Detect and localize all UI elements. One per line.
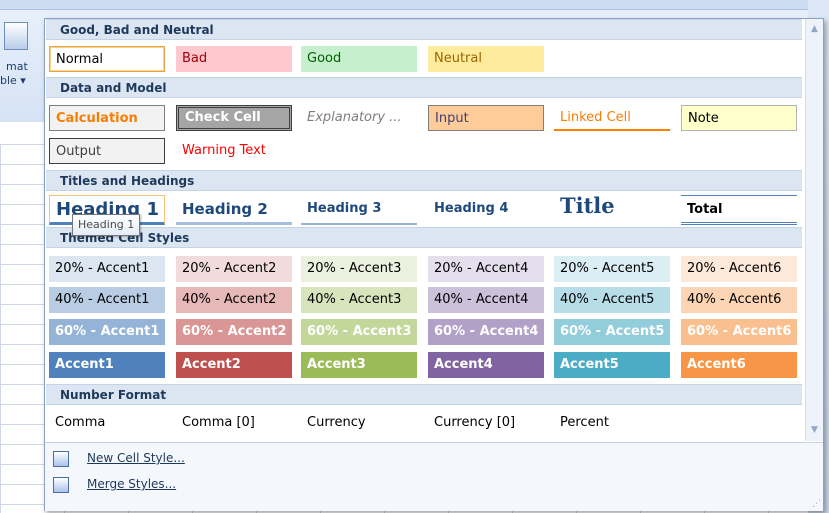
style-40-accent2[interactable]: 40% - Accent2	[176, 287, 292, 313]
style-40-accent5[interactable]: 40% - Accent5	[554, 287, 670, 313]
gallery-scrollbar[interactable]: ▲ ▼	[805, 19, 823, 441]
style-percent[interactable]: Percent	[554, 410, 670, 436]
style-40-accent1[interactable]: 40% - Accent1	[49, 287, 165, 313]
style-20-accent1[interactable]: 20% - Accent1	[49, 256, 165, 282]
style-normal[interactable]: Normal	[49, 46, 165, 72]
style-warning-text[interactable]: Warning Text	[176, 138, 292, 164]
section-header-number-format: Number Format	[46, 384, 802, 405]
style-title[interactable]: Title	[554, 191, 670, 223]
scroll-up-arrow-icon[interactable]: ▲	[806, 21, 823, 38]
style-20-accent2[interactable]: 20% - Accent2	[176, 256, 292, 282]
style-40-accent6[interactable]: 40% - Accent6	[681, 287, 797, 313]
style-linked-cell[interactable]: Linked Cell	[554, 105, 670, 131]
style-60-accent4[interactable]: 60% - Accent4	[428, 319, 544, 345]
style-heading-2[interactable]: Heading 2	[176, 195, 292, 225]
new-cell-style-icon	[53, 451, 69, 467]
format-as-table-label[interactable]: mat	[6, 60, 28, 73]
gallery-menu: New Cell Style... Merge Styles... ⋰	[45, 442, 823, 511]
style-good[interactable]: Good	[301, 46, 417, 72]
style-20-accent4[interactable]: 20% - Accent4	[428, 256, 544, 282]
style-bad[interactable]: Bad	[176, 46, 292, 72]
style-60-accent2[interactable]: 60% - Accent2	[176, 319, 292, 345]
new-cell-style-menu-item[interactable]: New Cell Style...	[45, 447, 805, 471]
style-accent4[interactable]: Accent4	[428, 352, 544, 378]
style-20-accent5[interactable]: 20% - Accent5	[554, 256, 670, 282]
style-explanatory[interactable]: Explanatory ...	[301, 105, 417, 131]
style-accent1[interactable]: Accent1	[49, 352, 165, 378]
style-40-accent3[interactable]: 40% - Accent3	[301, 287, 417, 313]
section-header-good-bad-neutral: Good, Bad and Neutral	[46, 19, 802, 40]
style-heading-4[interactable]: Heading 4	[428, 195, 544, 225]
scroll-down-arrow-icon[interactable]: ▼	[806, 422, 823, 439]
style-60-accent5[interactable]: 60% - Accent5	[554, 319, 670, 345]
style-accent6[interactable]: Accent6	[681, 352, 797, 378]
style-20-accent6[interactable]: 20% - Accent6	[681, 256, 797, 282]
style-comma-0[interactable]: Comma [0]	[176, 410, 292, 436]
new-cell-style-label: New Cell Style...	[87, 451, 185, 465]
style-calculation[interactable]: Calculation	[49, 105, 165, 131]
format-as-table-icon[interactable]	[4, 22, 28, 50]
style-60-accent6[interactable]: 60% - Accent6	[681, 319, 797, 345]
cell-styles-gallery: Good, Bad and Neutral Normal Bad Good Ne…	[44, 18, 824, 511]
format-as-table-label-2[interactable]: ble ▾	[0, 74, 26, 87]
section-header-titles-and-headings: Titles and Headings	[46, 170, 802, 191]
style-20-accent3[interactable]: 20% - Accent3	[301, 256, 417, 282]
style-comma[interactable]: Comma	[49, 410, 165, 436]
style-check-cell[interactable]: Check Cell	[176, 105, 292, 131]
style-60-accent1[interactable]: 60% - Accent1	[49, 319, 165, 345]
resize-grip-icon[interactable]: ⋰	[812, 499, 821, 509]
style-heading-3[interactable]: Heading 3	[301, 195, 417, 225]
style-currency-0[interactable]: Currency [0]	[428, 410, 544, 436]
section-header-data-and-model: Data and Model	[46, 77, 802, 98]
section-header-themed-cell-styles: Themed Cell Styles	[46, 227, 802, 248]
style-input[interactable]: Input	[428, 105, 544, 131]
style-total[interactable]: Total	[681, 195, 797, 225]
style-60-accent3[interactable]: 60% - Accent3	[301, 319, 417, 345]
style-output[interactable]: Output	[49, 138, 165, 164]
style-tooltip: Heading 1	[72, 214, 141, 236]
style-note[interactable]: Note	[681, 105, 797, 131]
style-currency[interactable]: Currency	[301, 410, 417, 436]
style-accent3[interactable]: Accent3	[301, 352, 417, 378]
merge-styles-icon	[53, 477, 69, 493]
style-neutral[interactable]: Neutral	[428, 46, 544, 72]
style-40-accent4[interactable]: 40% - Accent4	[428, 287, 544, 313]
merge-styles-label: Merge Styles...	[87, 477, 177, 491]
style-accent2[interactable]: Accent2	[176, 352, 292, 378]
merge-styles-menu-item[interactable]: Merge Styles...	[45, 473, 805, 497]
style-accent5[interactable]: Accent5	[554, 352, 670, 378]
ribbon-tab-strip	[0, 0, 829, 10]
